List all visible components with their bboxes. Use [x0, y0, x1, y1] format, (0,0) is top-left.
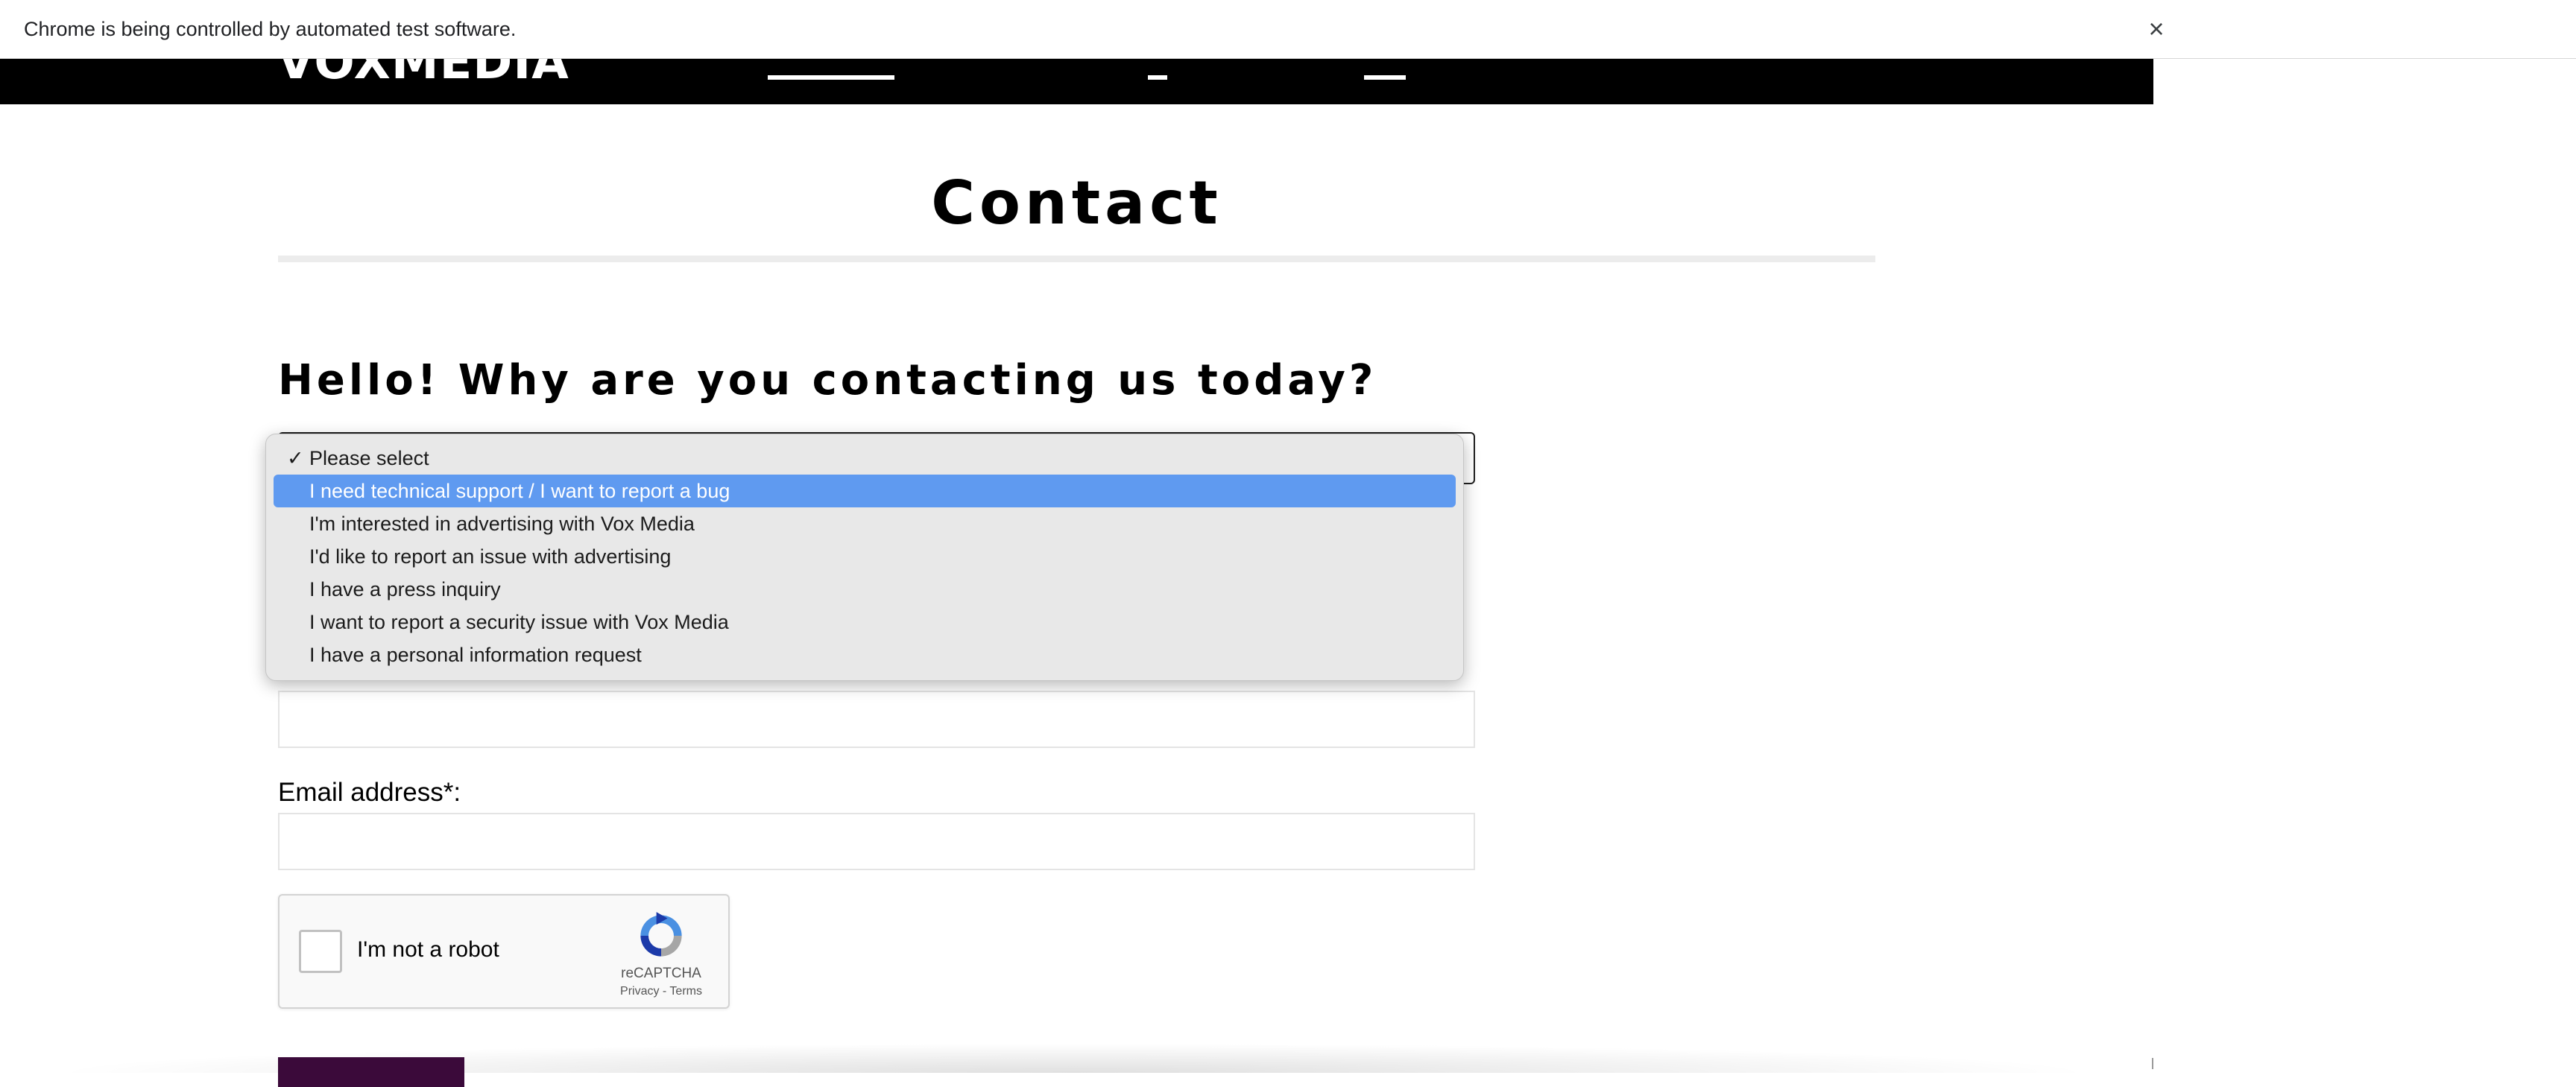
- dropdown-option[interactable]: I'm interested in advertising with Vox M…: [274, 507, 1456, 540]
- recaptcha-links[interactable]: Privacy - Terms: [600, 985, 722, 998]
- email-label: Email address*:: [278, 778, 461, 807]
- recaptcha-brand: reCAPTCHA: [621, 966, 701, 981]
- recaptcha-widget: I'm not a robot reCAPTCHA Privacy - Term…: [278, 894, 730, 1009]
- nav-item[interactable]: [1148, 59, 1167, 83]
- vox-media-logo[interactable]: VOXMEDIA: [277, 59, 569, 90]
- submit-button[interactable]: [278, 1057, 464, 1087]
- email-field[interactable]: [278, 813, 1475, 870]
- title-divider: [278, 256, 1875, 262]
- recaptcha-icon: [640, 912, 682, 957]
- dropdown-option[interactable]: ✓ Please select: [274, 442, 1456, 475]
- contact-reason-heading: Hello! Why are you contacting us today?: [278, 356, 1377, 405]
- dropdown-option[interactable]: I have a personal information request: [274, 638, 1456, 671]
- dropdown-option[interactable]: I have a press inquiry: [274, 573, 1456, 606]
- checkmark-icon: ✓: [287, 447, 304, 469]
- dropdown-option[interactable]: I need technical support / I want to rep…: [274, 475, 1456, 507]
- nav-item[interactable]: [768, 59, 894, 83]
- dropdown-option[interactable]: I'd like to report an issue with adverti…: [274, 540, 1456, 573]
- nav-item[interactable]: [1364, 59, 1406, 83]
- dropdown-option[interactable]: I want to report a security issue with V…: [274, 606, 1456, 638]
- site-header: VOXMEDIA: [0, 59, 2153, 104]
- page-edge: [2152, 1058, 2153, 1069]
- name-field[interactable]: [278, 691, 1475, 748]
- contact-reason-dropdown[interactable]: ✓ Please select I need technical support…: [265, 434, 1464, 681]
- close-icon[interactable]: ×: [2139, 12, 2174, 46]
- recaptcha-checkbox[interactable]: [299, 930, 342, 973]
- automation-infobar: Chrome is being controlled by automated …: [0, 0, 2576, 59]
- page-title: Contact: [931, 168, 1222, 238]
- infobar-message: Chrome is being controlled by automated …: [24, 17, 517, 40]
- recaptcha-label: I'm not a robot: [357, 937, 499, 962]
